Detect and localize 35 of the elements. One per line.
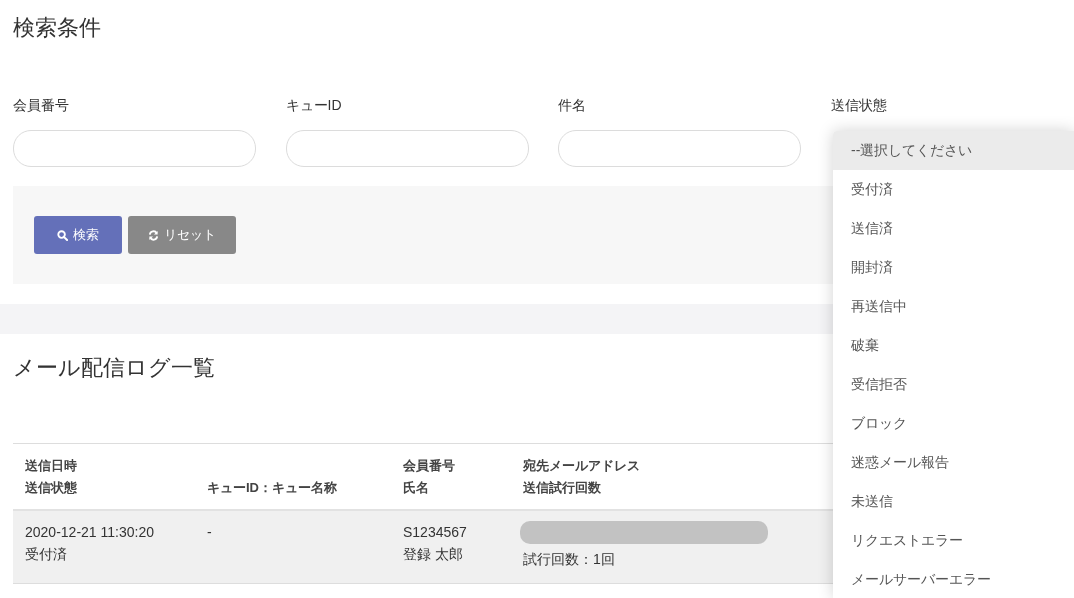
- dropdown-option[interactable]: 迷惑メール報告: [833, 443, 1074, 482]
- refresh-icon: [148, 229, 159, 241]
- section-title: メール配信ログ一覧: [13, 354, 216, 382]
- search-button[interactable]: 検索: [34, 216, 122, 254]
- dropdown-option[interactable]: ブロック: [833, 404, 1074, 443]
- dropdown-option[interactable]: 再送信中: [833, 287, 1074, 326]
- dropdown-option[interactable]: 受付済: [833, 170, 1074, 209]
- field-label: キューID: [285, 96, 343, 115]
- dropdown-option[interactable]: --選択してください: [833, 131, 1074, 170]
- column-header: 宛先メールアドレス 送信試行回数: [523, 456, 641, 497]
- column-header: キューID：キュー名称: [207, 478, 338, 497]
- input-field[interactable]: [285, 130, 529, 167]
- dropdown-option[interactable]: 開封済: [833, 248, 1074, 287]
- input-field[interactable]: [13, 130, 256, 167]
- dropdown-option[interactable]: 未送信: [833, 482, 1074, 521]
- reset-button[interactable]: リセット: [128, 216, 236, 254]
- section-title: 検索条件: [13, 14, 102, 42]
- table-cell-text: 受付済: [25, 545, 67, 564]
- table-cell-text: 試行回数：1回: [523, 550, 615, 569]
- field-label: 送信状態: [830, 96, 888, 115]
- table-cell-text: S1234567: [403, 523, 467, 542]
- dropdown-option[interactable]: メールサーバーエラー: [833, 560, 1074, 598]
- field-label: 件名: [558, 96, 587, 115]
- table-cell-text: 2020-12-21 11:30:20: [25, 523, 154, 542]
- dropdown-option[interactable]: リクエストエラー: [833, 521, 1074, 560]
- input-field[interactable]: [558, 130, 801, 167]
- table-cell-text: -: [207, 523, 212, 542]
- column-header: 会員番号 氏名: [403, 456, 456, 497]
- search-icon: [57, 229, 68, 241]
- dropdown-option[interactable]: 受信拒否: [833, 365, 1074, 404]
- column-header: 送信日時 送信状態: [25, 456, 78, 497]
- table-cell-text: 登録 太郎: [403, 545, 463, 564]
- dropdown-option[interactable]: 送信済: [833, 209, 1074, 248]
- field-label: 会員番号: [13, 96, 70, 115]
- dropdown-option[interactable]: 破棄: [833, 326, 1074, 365]
